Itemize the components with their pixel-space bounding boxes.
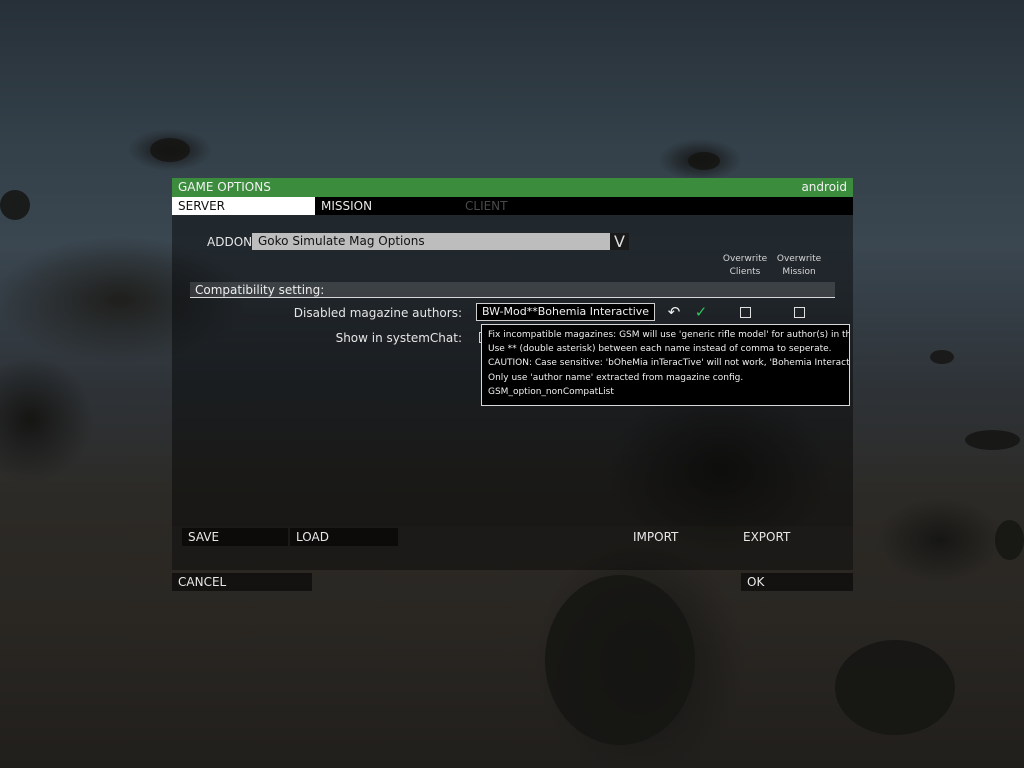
tab-server[interactable]: SERVER bbox=[172, 197, 315, 215]
undo-arrow-icon[interactable]: ↶ bbox=[664, 304, 684, 320]
background-rock bbox=[688, 152, 720, 170]
ok-button[interactable]: OK bbox=[741, 573, 853, 591]
background-rock bbox=[0, 190, 30, 220]
overwrite-clients-checkbox[interactable] bbox=[740, 307, 751, 318]
background-rock bbox=[150, 138, 190, 162]
addon-select[interactable]: Goko Simulate Mag Options bbox=[252, 233, 610, 250]
checkmark-icon[interactable]: ✓ bbox=[692, 303, 710, 321]
save-button[interactable]: SAVE bbox=[182, 528, 288, 546]
tooltip-line: CAUTION: Case sensitive: 'bOheMia inTera… bbox=[488, 358, 850, 369]
setting-label-show-systemchat: Show in systemChat: bbox=[335, 331, 462, 345]
cancel-button[interactable]: CANCEL bbox=[172, 573, 312, 591]
setting-label-disabled-authors: Disabled magazine authors: bbox=[293, 306, 462, 320]
tab-client: CLIENT bbox=[465, 199, 508, 213]
tooltip-line: Use ** (double asterisk) between each na… bbox=[488, 344, 832, 355]
import-button[interactable]: IMPORT bbox=[627, 528, 735, 546]
addon-label: ADDON: bbox=[207, 235, 257, 249]
tab-mission[interactable]: MISSION bbox=[315, 197, 459, 215]
background-rock bbox=[835, 640, 955, 735]
tooltip: Fix incompatible magazines: GSM will use… bbox=[481, 324, 850, 406]
background-rock bbox=[995, 520, 1024, 560]
disabled-authors-input[interactable]: BW-Mod**Bohemia Interactive bbox=[476, 303, 655, 321]
overwrite-mission-checkbox[interactable] bbox=[794, 307, 805, 318]
column-header-overwrite-clients: Overwrite Clients bbox=[722, 254, 768, 277]
tooltip-line: Only use 'author name' extracted from ma… bbox=[488, 372, 744, 383]
dialog-header: GAME OPTIONS android bbox=[172, 178, 853, 197]
background-rock bbox=[965, 430, 1020, 450]
load-button[interactable]: LOAD bbox=[290, 528, 398, 546]
column-header-overwrite-mission: Overwrite Mission bbox=[776, 254, 822, 277]
profile-name: android bbox=[801, 180, 847, 194]
background-rock bbox=[545, 575, 695, 745]
tooltip-line: GSM_option_nonCompatList bbox=[488, 386, 614, 397]
dialog-title: GAME OPTIONS bbox=[178, 180, 271, 194]
section-header: Compatibility setting: bbox=[190, 282, 835, 298]
tooltip-line: Fix incompatible magazines: GSM will use… bbox=[488, 330, 850, 340]
export-button[interactable]: EXPORT bbox=[737, 528, 845, 546]
chevron-down-icon[interactable]: V bbox=[610, 233, 629, 250]
tab-bar: SERVER MISSION CLIENT bbox=[172, 197, 853, 215]
background-rock bbox=[930, 350, 954, 364]
